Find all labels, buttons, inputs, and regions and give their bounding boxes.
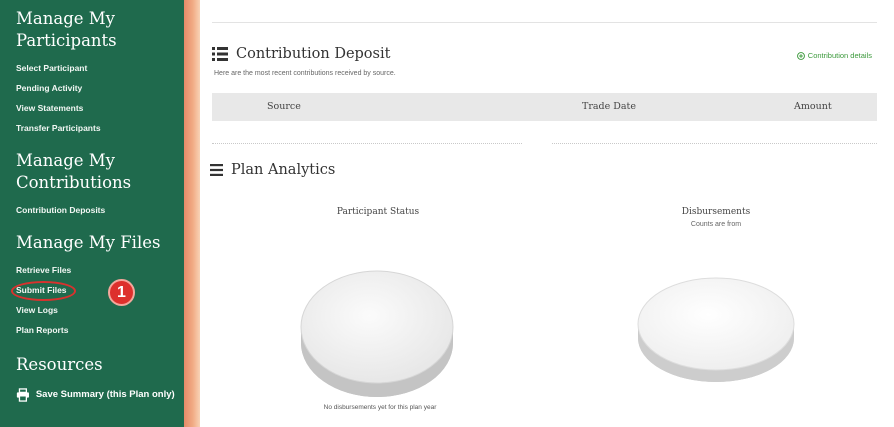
plus-circle-icon <box>796 51 805 60</box>
disbursements-sublabel: Counts are from <box>690 221 742 228</box>
contribution-details-link[interactable]: Contribution details <box>796 51 872 60</box>
accent-strip <box>184 0 200 427</box>
participant-status-pie <box>300 270 454 397</box>
sidebar-item-submit-files[interactable]: Submit Files 1 <box>11 279 184 306</box>
menu-icon <box>210 164 223 176</box>
section-divider-left <box>212 143 522 144</box>
sidebar-item-view-logs[interactable]: View Logs <box>16 300 184 320</box>
save-summary-label: Save Summary (this Plan only) <box>35 389 175 400</box>
top-divider <box>212 22 877 23</box>
main-content: Contribution Deposit Contribution detail… <box>200 0 894 427</box>
sidebar-item-retrieve-files[interactable]: Retrieve Files <box>16 260 184 280</box>
section-manage-contributions: Manage My Contributions Contribution Dep… <box>16 150 184 220</box>
save-summary-link[interactable]: Save Summary (this Plan only) <box>16 388 184 402</box>
manage-contributions-list: Contribution Deposits <box>16 200 184 220</box>
disbursements-label: Disbursements <box>681 207 751 217</box>
column-header-source[interactable]: Source <box>267 101 301 112</box>
plan-analytics-title: Plan Analytics <box>231 162 336 178</box>
sidebar: Manage My Participants Select Participan… <box>0 0 184 427</box>
column-header-trade-date[interactable]: Trade Date <box>582 101 636 112</box>
sidebar-item-plan-reports[interactable]: Plan Reports <box>16 320 184 340</box>
contribution-details-label: Contribution details <box>807 51 872 60</box>
section-title-resources: Resources <box>16 355 103 374</box>
participant-status-label: Participant Status <box>336 207 420 217</box>
step-marker-badge: 1 <box>108 279 135 306</box>
section-title-manage-contributions: Manage My Contributions <box>16 151 132 192</box>
sidebar-item-view-statements[interactable]: View Statements <box>16 98 184 118</box>
column-header-amount[interactable]: Amount <box>794 101 832 112</box>
section-divider-right <box>552 143 877 144</box>
manage-participants-list: Select Participant Pending Activity View… <box>16 58 184 138</box>
sidebar-item-select-participant[interactable]: Select Participant <box>16 58 184 78</box>
sidebar-item-pending-activity[interactable]: Pending Activity <box>16 78 184 98</box>
list-icon <box>212 47 228 61</box>
contribution-deposit-header: Contribution Deposit <box>212 46 390 62</box>
sidebar-item-transfer-participants[interactable]: Transfer Participants <box>16 118 184 138</box>
contribution-subtitle: Here are the most recent contributions r… <box>214 70 396 77</box>
section-title-manage-files: Manage My Files <box>16 233 161 252</box>
print-icon <box>16 388 29 402</box>
disbursements-pie <box>637 277 795 382</box>
plan-analytics-header: Plan Analytics <box>210 162 335 178</box>
section-manage-participants: Manage My Participants Select Participan… <box>16 8 184 138</box>
sidebar-item-contribution-deposits[interactable]: Contribution Deposits <box>16 200 184 220</box>
highlight-oval <box>11 281 76 301</box>
manage-files-list: Retrieve Files Submit Files 1 View Logs … <box>11 260 184 340</box>
contribution-deposit-title: Contribution Deposit <box>236 46 391 62</box>
no-disbursements-note: No disbursements yet for this plan year <box>323 404 437 411</box>
section-title-manage-participants: Manage My Participants <box>16 9 117 50</box>
contribution-table-header: Source Trade Date Amount <box>212 93 877 121</box>
section-manage-files: Manage My Files Retrieve Files Submit Fi… <box>11 232 184 340</box>
